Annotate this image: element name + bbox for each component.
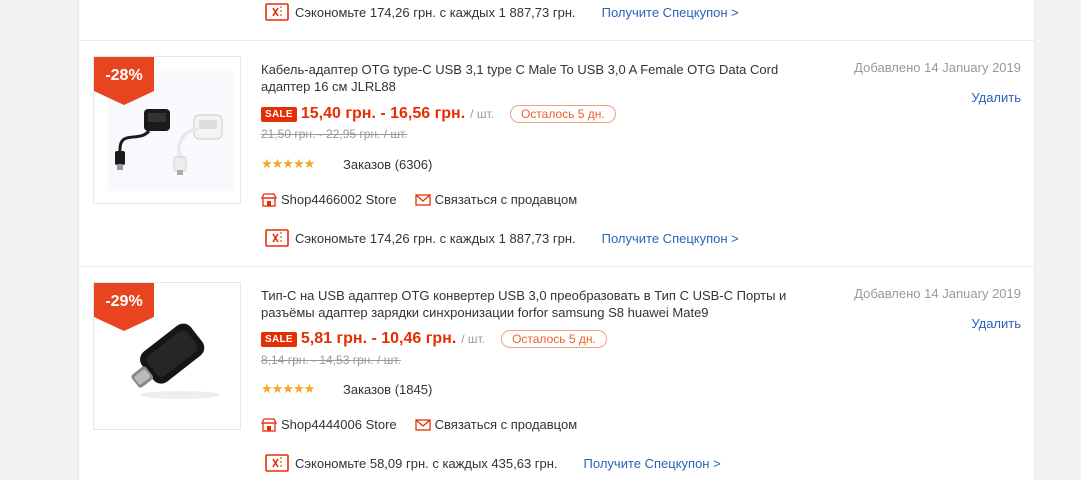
get-coupon-link[interactable]: Получите Спецкупон > xyxy=(602,231,739,246)
orders-count: Заказов (1845) xyxy=(343,381,433,397)
product-title[interactable]: Тип-C на USB адаптер OTG конвертер USB 3… xyxy=(261,287,811,321)
contact-seller-link[interactable]: Связаться с продавцом xyxy=(415,417,578,432)
get-coupon-link[interactable]: Получите Спецкупон > xyxy=(602,5,739,20)
price-unit: / шт. xyxy=(461,332,486,346)
discount-badge: -28% xyxy=(94,57,154,105)
added-date: Добавлено 14 January 2019 xyxy=(854,286,1021,301)
coupon-text: Сэкономьте 174,26 грн. с каждых 1 887,73… xyxy=(295,230,576,246)
store-link[interactable]: Shop4444006 Store xyxy=(281,417,397,432)
rating-stars: ★★★★★ xyxy=(261,156,315,171)
coupon-icon xyxy=(265,229,289,247)
store-icon xyxy=(261,192,277,207)
coupon-icon xyxy=(265,454,289,472)
get-coupon-link[interactable]: Получите Спецкупон > xyxy=(584,456,721,471)
store-link[interactable]: Shop4466002 Store xyxy=(281,192,397,207)
price-row: SALE 5,81 грн. - 10,46 грн. / шт. Остало… xyxy=(261,330,607,348)
coupon-icon xyxy=(265,3,289,21)
mail-icon xyxy=(415,418,431,431)
added-date: Добавлено 14 January 2019 xyxy=(854,60,1021,75)
coupon-text: Сэкономьте 58,09 грн. с каждых 435,63 гр… xyxy=(295,455,558,471)
coupon-row: Сэкономьте 58,09 грн. с каждых 435,63 гр… xyxy=(265,454,721,472)
product-image[interactable]: -29% xyxy=(93,282,241,430)
delete-link[interactable]: Удалить xyxy=(971,90,1021,105)
rating-row: ★★★★★ Заказов (1845) xyxy=(261,381,432,397)
sale-badge: SALE xyxy=(261,331,297,347)
wishlist-item: -29% Тип-C на USB адаптер OTG конвертер … xyxy=(79,267,1036,480)
product-title[interactable]: Кабель-адаптер OTG type-C USB 3,1 type C… xyxy=(261,61,811,95)
coupon-row: Сэкономьте 174,26 грн. с каждых 1 887,73… xyxy=(265,3,739,21)
old-price: 8,14 грн. - 14,53 грн. / шт. xyxy=(261,353,401,367)
wishlist-panel: Сэкономьте 174,26 грн. с каждых 1 887,73… xyxy=(78,0,1035,480)
price: 5,81 грн. - 10,46 грн. xyxy=(300,330,457,347)
rating-stars: ★★★★★ xyxy=(261,381,315,396)
contact-seller-label: Связаться с продавцом xyxy=(434,417,578,432)
coupon-text: Сэкономьте 174,26 грн. с каждых 1 887,73… xyxy=(295,4,576,20)
orders-count: Заказов (6306) xyxy=(343,156,433,172)
delete-link[interactable]: Удалить xyxy=(971,316,1021,331)
price-row: SALE 15,40 грн. - 16,56 грн. / шт. Остал… xyxy=(261,105,616,123)
coupon-row: Сэкономьте 174,26 грн. с каждых 1 887,73… xyxy=(265,229,739,247)
sale-badge: SALE xyxy=(261,106,297,122)
contact-seller-label: Связаться с продавцом xyxy=(434,192,578,207)
wishlist-item: -28% Кабель-адаптер OTG type-C USB 3,1 t… xyxy=(79,41,1036,266)
store-row: Shop4466002 Store Связаться с продавцом xyxy=(261,192,577,207)
old-price: 21,50 грн. - 22,95 грн. / шт. xyxy=(261,127,408,141)
price: 15,40 грн. - 16,56 грн. xyxy=(300,105,466,122)
price-unit: / шт. xyxy=(470,107,494,121)
remaining-days-badge: Осталось 5 дн. xyxy=(509,105,616,123)
rating-row: ★★★★★ Заказов (6306) xyxy=(261,156,432,172)
contact-seller-link[interactable]: Связаться с продавцом xyxy=(415,192,578,207)
product-image[interactable]: -28% xyxy=(93,56,241,204)
remaining-days-badge: Осталось 5 дн. xyxy=(501,330,607,348)
discount-badge: -29% xyxy=(94,283,154,331)
mail-icon xyxy=(415,193,431,206)
store-icon xyxy=(261,417,277,432)
store-row: Shop4444006 Store Связаться с продавцом xyxy=(261,417,577,432)
